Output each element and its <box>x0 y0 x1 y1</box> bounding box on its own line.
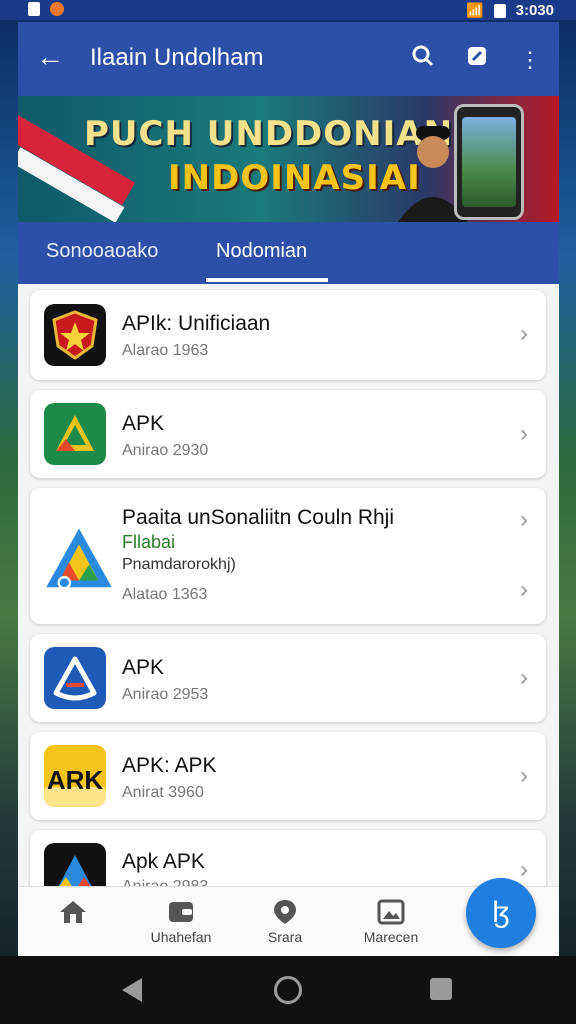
tab-bar: Sonooaoako Nodomian <box>18 222 559 284</box>
item-description: Pnamdarorokhj) <box>122 556 236 573</box>
app-bar: ← Ilaain Undolham ⋮ <box>18 22 559 96</box>
svg-text:ARK: ARK <box>47 765 104 795</box>
banner-subheadline: INDOINASIAI <box>168 158 421 198</box>
nav-uhahefan-label: Uhahefan <box>150 929 212 945</box>
system-navigation-bar <box>0 956 576 1024</box>
list-item[interactable]: APIk: Unificiaan Alarao 1963 › <box>30 290 546 380</box>
search-icon[interactable] <box>411 44 435 75</box>
list-item[interactable]: ARK APK: APK Anirat 3960 › <box>30 732 546 820</box>
tab-sonooaoako[interactable]: Sonooaoako <box>46 240 158 263</box>
item-subtitle: Anirao 2953 <box>122 686 209 703</box>
tab-nodomian[interactable]: Nodomian <box>216 240 307 263</box>
item-subtitle: Anirao 2930 <box>122 442 209 459</box>
system-home-icon[interactable] <box>274 976 302 1004</box>
item-name: Paaita unSonaliitn Couln Rhji <box>122 506 395 529</box>
chevron-right-icon: › <box>520 762 528 789</box>
chevron-right-icon: › <box>520 856 528 883</box>
sim-icon <box>28 2 40 16</box>
wallet-icon <box>169 902 193 922</box>
chevron-right-icon: › <box>520 506 528 533</box>
nav-marecen[interactable]: Marecen <box>346 899 436 945</box>
list-item[interactable]: APK Anirao 2930 › <box>30 390 546 478</box>
triangle-app-icon <box>44 403 106 465</box>
image-icon <box>377 899 405 925</box>
item-subtitle: Alatao 1363 <box>122 586 208 603</box>
item-name: APK <box>122 412 165 435</box>
system-back-icon[interactable] <box>122 978 142 1002</box>
chevron-right-icon: › <box>520 320 528 347</box>
back-icon[interactable]: ← <box>36 42 64 72</box>
status-left <box>28 2 64 16</box>
list-item[interactable]: APK Anirao 2953 › <box>30 634 546 722</box>
promo-banner[interactable]: PUCH UNDDONIAN INDOINASIAI <box>18 96 559 222</box>
location-icon <box>274 900 296 924</box>
chevron-right-icon: › <box>520 576 528 603</box>
blue-triangle-app-icon <box>44 647 106 709</box>
banner-phone-image <box>454 104 524 220</box>
item-name: APIk: Unificiaan <box>122 312 271 335</box>
status-right: 📶 3:030 <box>466 2 554 19</box>
item-subtitle: Anirat 3960 <box>122 784 204 801</box>
status-bar: 📶 3:030 <box>0 0 576 20</box>
wifi-icon: 📶 <box>466 2 484 18</box>
colorful-triangle-app-icon <box>46 528 112 590</box>
item-name: Apk APK <box>122 850 205 873</box>
battery-icon <box>493 3 506 18</box>
floating-action-button[interactable]: ɮ <box>466 878 536 948</box>
status-clock: 3:030 <box>515 2 554 19</box>
item-subtitle: Alarao 1963 <box>122 342 209 359</box>
chevron-right-icon: › <box>520 420 528 447</box>
app-title: Ilaain Undolham <box>90 44 264 71</box>
item-name: APK: APK <box>122 754 217 777</box>
nav-home[interactable] <box>28 899 118 929</box>
home-icon <box>60 901 86 923</box>
apk-list: APIk: Unificiaan Alarao 1963 › APK Anira… <box>18 284 559 956</box>
nav-srara[interactable]: Srara <box>240 899 330 945</box>
system-recents-icon[interactable] <box>430 978 452 1000</box>
item-name: APK <box>122 656 165 679</box>
app-window: ← Ilaain Undolham ⋮ PUCH UNDDONIAN INDOI… <box>18 22 559 956</box>
more-vert-icon[interactable]: ⋮ <box>519 46 541 74</box>
nav-marecen-label: Marecen <box>363 929 419 945</box>
chevron-right-icon: › <box>520 664 528 691</box>
ark-app-icon: ARK <box>44 745 106 807</box>
list-item[interactable]: Paaita unSonaliitn Couln Rhji Fllabai Pn… <box>30 488 546 624</box>
item-tag: Fllabai <box>122 532 176 552</box>
nav-srara-label: Srara <box>267 929 303 945</box>
notification-icon <box>50 2 64 16</box>
shield-star-app-icon <box>44 304 106 366</box>
active-tab-indicator <box>206 278 328 282</box>
app-bar-actions: ⋮ <box>411 44 541 75</box>
edit-icon[interactable] <box>465 44 489 75</box>
nav-uhahefan[interactable]: Uhahefan <box>136 899 226 945</box>
